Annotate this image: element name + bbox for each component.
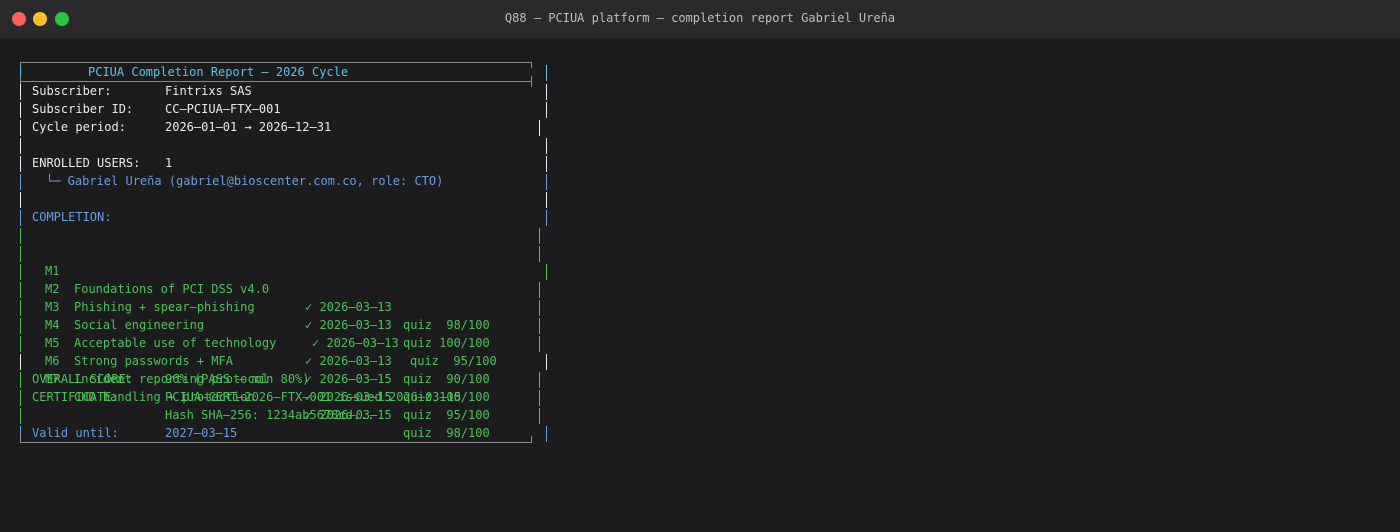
module-row: M2 Phishing + spear—phishing ✓ 2026—03—1…: [20, 244, 540, 350]
enrolled-value: 1: [165, 156, 173, 170]
overall-score-row: OVERALL SCORE: 96% (PASS — min 80%): [20, 370, 540, 388]
subscriber-id-row: Subscriber ID: CC—PCIUA—FTX—001: [20, 100, 547, 118]
enrolled-row: ENROLLED USERS: 1: [20, 154, 547, 172]
report-header-row: PCIUA Completion Report — 2026 Cycle: [20, 63, 547, 81]
report-header: PCIUA Completion Report — 2026 Cycle: [88, 65, 349, 79]
enrolled-label: ENROLLED USERS:: [32, 156, 141, 170]
certificate-hash: Hash SHA—256: 1234ab5678cd...: [165, 408, 375, 422]
module-row: M1 Foundations of PCI DSS v4.0 ✓ 2026—03…: [20, 226, 540, 332]
cycle-value: 2026—01—01 → 2026—12—31: [165, 120, 332, 134]
certificate-value: PCIUA—CERT—2026—FTX—001 issued 2026—03—1…: [165, 390, 462, 404]
subscriber-label: Subscriber:: [32, 84, 112, 98]
window-title: Q88 — PCIUA platform — completion report…: [504, 11, 896, 25]
valid-until-row: Valid until: 2027—03—15: [20, 424, 547, 442]
completion-report: PCIUA Completion Report — 2026 Cycle Sub…: [20, 62, 547, 443]
subscriber-value: Fintrixs SAS: [165, 84, 252, 98]
report-bottom-border: [20, 436, 532, 443]
module-row: M3 Social engineering ✓ 2026—03—13 quiz …: [20, 262, 547, 368]
module-row: M7 CHD handling + protection ✓ 2026—03—1…: [20, 334, 540, 440]
subscriber-id-value: CC—PCIUA—FTX—001: [165, 102, 281, 116]
blank-row: [20, 352, 547, 370]
module-row: M6 Incident reporting protocol ✓ 2026—03…: [20, 316, 540, 422]
cycle-label: Cycle period:: [32, 120, 126, 134]
certificate-row: CERTIFICATE: PCIUA—CERT—2026—FTX—001 iss…: [20, 388, 540, 406]
completion-label: COMPLETION:: [32, 210, 112, 224]
valid-until-label: Valid until:: [32, 426, 119, 440]
certificate-hash-row: Hash SHA—256: 1234ab5678cd...: [20, 406, 540, 424]
certificate-label: CERTIFICATE:: [32, 390, 119, 404]
cycle-row: Cycle period: 2026—01—01 → 2026—12—31: [20, 118, 540, 136]
enrolled-user-row: └─ Gabriel Ureña (gabriel@bioscenter.com…: [20, 172, 547, 190]
module-row: M4 Acceptable use of technology ✓ 2026—0…: [20, 280, 540, 386]
terminal-output: PCIUA Completion Report — 2026 Cycle Sub…: [0, 38, 1400, 506]
blank-row: [20, 136, 547, 154]
valid-until-value: 2027—03—15: [165, 426, 238, 440]
subscriber-row: Subscriber: Fintrixs SAS: [20, 82, 547, 100]
completion-row: COMPLETION:: [20, 208, 547, 226]
overall-score-label: OVERALL SCORE:: [32, 372, 134, 386]
subscriber-id-label: Subscriber ID:: [32, 102, 134, 116]
blank-row: [20, 190, 547, 208]
overall-score-value: 96% (PASS — min 80%): [165, 372, 310, 386]
window-titlebar: Q88 — PCIUA platform — completion report…: [0, 0, 1400, 38]
enrolled-user: └─ Gabriel Ureña (gabriel@bioscenter.com…: [46, 174, 444, 188]
module-row: M5 Strong passwords + MFA ✓ 2026—03—15 q…: [20, 298, 540, 404]
